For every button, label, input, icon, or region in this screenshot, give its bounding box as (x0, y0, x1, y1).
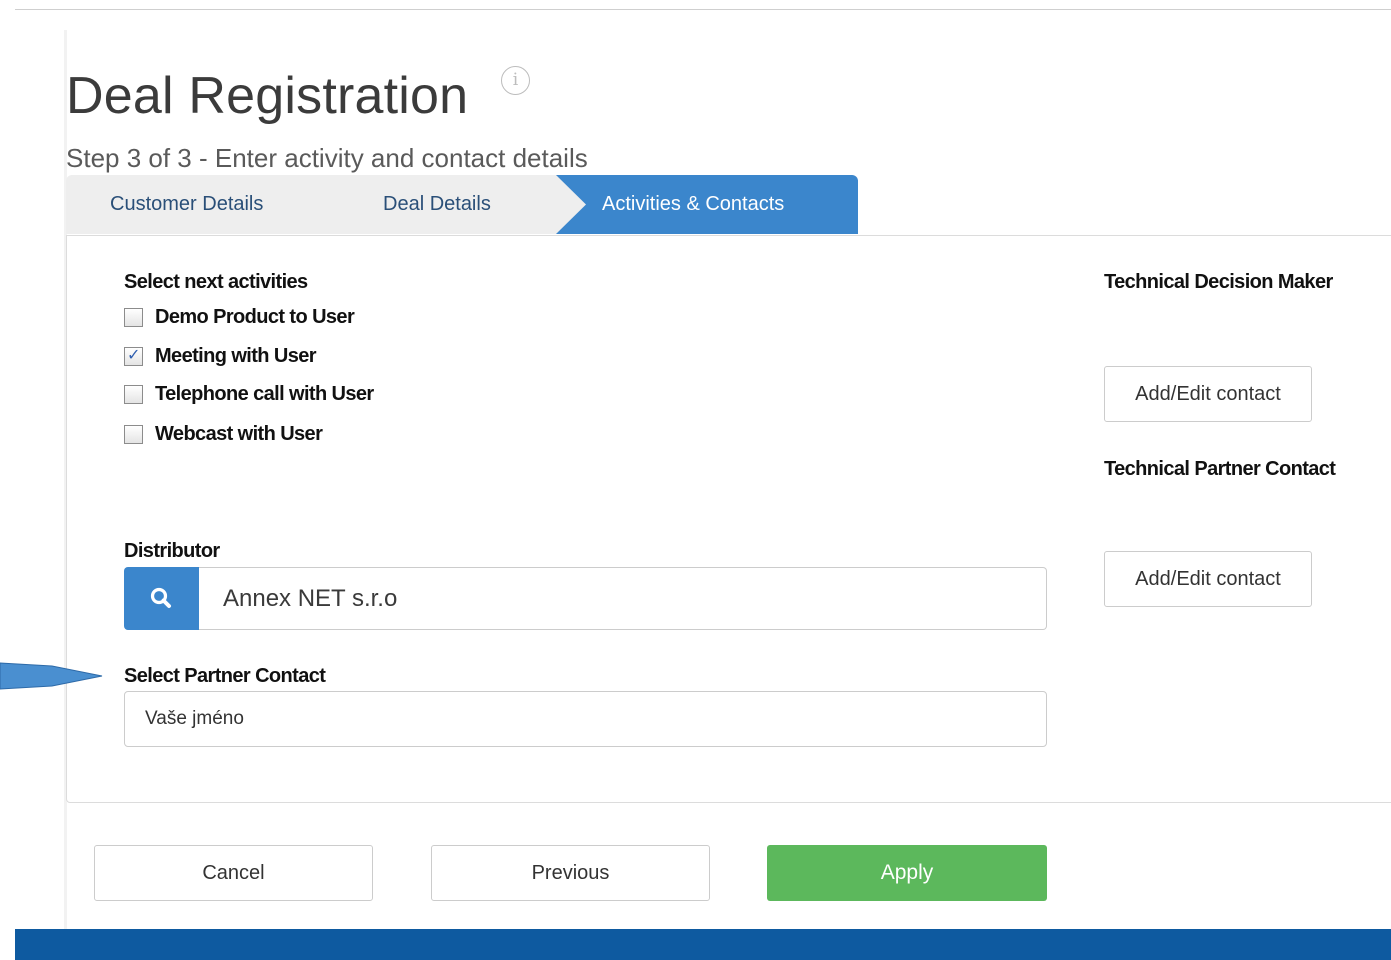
info-icon[interactable]: i (501, 66, 530, 95)
add-edit-decision-maker-button[interactable]: Add/Edit contact (1104, 366, 1312, 422)
add-edit-partner-contact-button[interactable]: Add/Edit contact (1104, 551, 1312, 607)
activities-heading: Select next activities (124, 271, 308, 293)
checkbox-label: Telephone call with User (155, 383, 374, 405)
checkbox-label: Meeting with User (155, 345, 317, 367)
distributor-search: Annex NET s.r.o (124, 567, 1047, 630)
apply-button[interactable]: Apply (767, 845, 1047, 901)
checkbox-checked[interactable] (124, 345, 143, 366)
tab-customer-details[interactable]: Customer Details (66, 175, 396, 234)
search-icon (150, 587, 171, 608)
deal-registration-page: Deal Registration i Step 3 of 3 - Enter … (0, 0, 1391, 960)
technical-partner-contact-label: Technical Partner Contact (1104, 458, 1336, 480)
tab-label: Customer Details (110, 193, 264, 215)
tab-active-chevron-notch (556, 175, 586, 234)
technical-decision-maker-label: Technical Decision Maker (1104, 271, 1333, 293)
distributor-label: Distributor (124, 540, 220, 562)
callout-arrow-icon (0, 662, 103, 690)
checkbox-label: Demo Product to User (155, 306, 355, 328)
tab-activities-contacts[interactable]: Activities & Contacts (556, 175, 858, 234)
checkbox[interactable] (124, 385, 143, 404)
partner-contact-label: Select Partner Contact (124, 665, 326, 687)
tab-label: Deal Details (383, 193, 491, 215)
distributor-input[interactable]: Annex NET s.r.o (199, 567, 1047, 630)
checkbox[interactable] (124, 308, 143, 327)
partner-contact-select[interactable]: Vaše jméno (124, 691, 1047, 747)
cancel-button[interactable]: Cancel (94, 845, 373, 901)
checkbox-label: Webcast with User (155, 423, 323, 445)
tab-label: Activities & Contacts (602, 193, 785, 215)
footer-bar (15, 929, 1391, 960)
previous-button[interactable]: Previous (431, 845, 710, 901)
step-indicator: Step 3 of 3 - Enter activity and contact… (66, 143, 588, 173)
distributor-search-button[interactable] (124, 567, 199, 630)
top-divider (15, 9, 1391, 10)
page-title: Deal Registration (66, 67, 469, 125)
wizard-tabs: Customer Details Deal Details Activities… (66, 175, 858, 234)
checkbox[interactable] (124, 425, 143, 444)
